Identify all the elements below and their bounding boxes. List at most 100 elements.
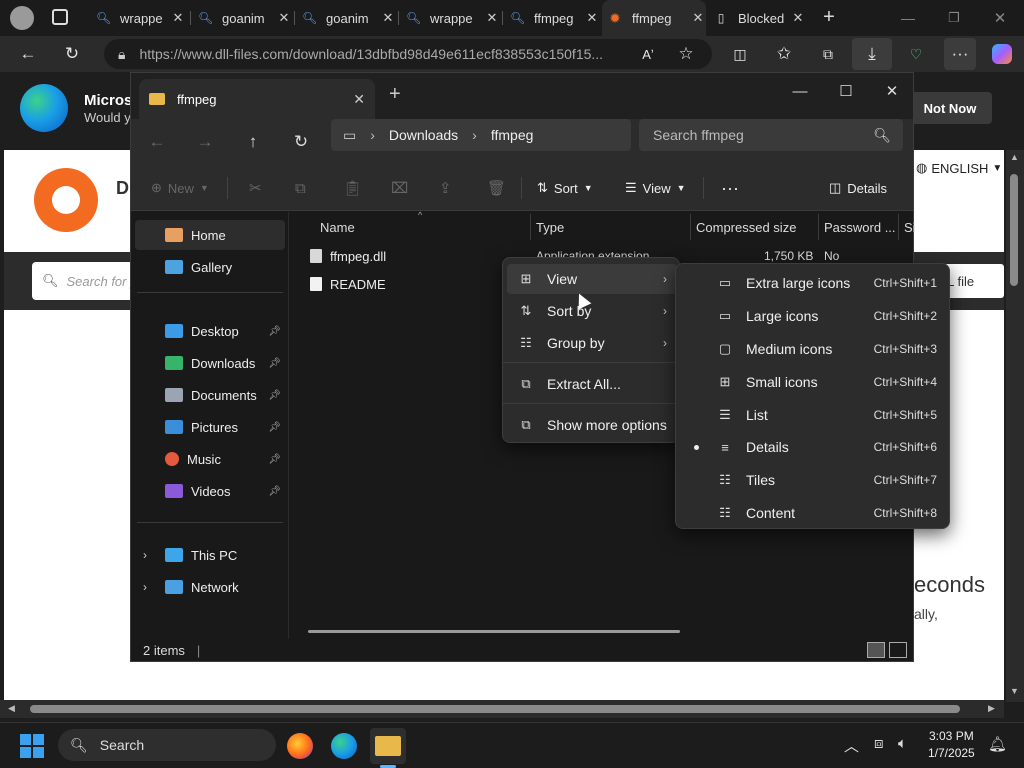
close-tab-icon[interactable]: ✕: [690, 10, 706, 26]
rename-icon[interactable]: ⌧: [391, 165, 408, 211]
more-menu-icon[interactable]: ···: [944, 38, 976, 70]
column-header-compressed-size[interactable]: Compressed size: [696, 220, 796, 235]
close-tab-icon[interactable]: ✕: [790, 10, 806, 26]
favorite-star-icon[interactable]: ☆: [670, 36, 702, 72]
sidebar-item-home[interactable]: Home: [135, 220, 285, 250]
sidebar-item-gallery[interactable]: Gallery: [135, 252, 285, 282]
close-window-icon[interactable]: ✕: [869, 77, 915, 105]
view-option-content[interactable]: ☷ Content Ctrl+Shift+8: [680, 498, 947, 528]
browser-tab-active[interactable]: ✹ ffmpeg ✕: [602, 0, 706, 36]
network-tray-icon[interactable]: ⧈: [874, 735, 884, 752]
explorer-search-input[interactable]: Search ffmpeg 🔍︎: [639, 119, 903, 151]
taskbar-search[interactable]: 🔍︎ Search: [58, 729, 276, 761]
forward-icon[interactable]: →: [189, 127, 221, 157]
split-screen-icon[interactable]: ◫: [724, 36, 756, 72]
clock[interactable]: 3:03 PM 1/7/2025: [928, 729, 975, 760]
view-button[interactable]: ☰ View ▼: [625, 165, 686, 211]
breadcrumb-item[interactable]: ffmpeg: [491, 127, 534, 143]
browser-tab[interactable]: 🔍︎ wrappe ✕: [400, 0, 500, 36]
restore-icon[interactable]: ❐: [944, 8, 964, 28]
site-search-input[interactable]: 🔍︎ Search for y: [32, 262, 142, 300]
browser-tab[interactable]: 🔍︎ goanim ✕: [296, 0, 396, 36]
close-tab-icon[interactable]: ✕: [276, 10, 292, 26]
maximize-icon[interactable]: ☐: [823, 77, 869, 105]
close-tab-icon[interactable]: ✕: [484, 10, 500, 26]
see-more-icon[interactable]: ···: [721, 165, 739, 211]
chevron-right-icon[interactable]: ›: [143, 548, 147, 562]
view-option-tiles[interactable]: ☷ Tiles Ctrl+Shift+7: [680, 465, 947, 495]
view-option-large-icons[interactable]: ▭ Large icons Ctrl+Shift+2: [680, 301, 947, 331]
back-icon[interactable]: ←: [141, 127, 173, 157]
browser-tab[interactable]: ▯ Blocked ✕: [708, 0, 806, 36]
column-header-size[interactable]: Si: [904, 220, 916, 235]
file-explorer-taskbar-icon[interactable]: [370, 728, 406, 764]
chevron-right-icon[interactable]: ›: [143, 580, 147, 594]
sidebar-item-videos[interactable]: Videos 📌︎: [135, 476, 285, 506]
scroll-up-icon[interactable]: ▲: [1010, 152, 1019, 162]
sidebar-item-this-pc[interactable]: › This PC: [135, 540, 285, 570]
scrollbar-thumb[interactable]: [30, 705, 960, 713]
sidebar-item-documents[interactable]: Documents 📌︎: [135, 380, 285, 410]
close-tab-icon[interactable]: ✕: [353, 91, 365, 108]
not-now-button[interactable]: Not Now: [908, 92, 992, 124]
volume-icon[interactable]: 🔈︎: [898, 735, 907, 752]
view-option-list[interactable]: ☰ List Ctrl+Shift+5: [680, 400, 947, 430]
browser-tab[interactable]: 🔍︎ wrappe ✕: [90, 0, 186, 36]
menu-item-show-more-options[interactable]: ⧉ Show more options: [507, 410, 677, 440]
view-option-details[interactable]: ≡ Details Ctrl+Shift+6: [680, 432, 947, 462]
copy-icon[interactable]: ⧉: [295, 165, 306, 211]
close-tab-icon[interactable]: ✕: [584, 10, 600, 26]
scroll-down-icon[interactable]: ▼: [1010, 686, 1019, 696]
scrollbar-thumb[interactable]: [1010, 174, 1018, 286]
browser-tab[interactable]: 🔍︎ goanim ✕: [192, 0, 292, 36]
column-header-type[interactable]: Type: [536, 220, 564, 235]
minimize-icon[interactable]: —: [898, 8, 918, 28]
view-option-small-icons[interactable]: ⊞ Small icons Ctrl+Shift+4: [680, 367, 947, 397]
pin-icon[interactable]: 📌︎: [268, 390, 281, 401]
menu-item-view[interactable]: ⊞ View ›: [507, 264, 677, 294]
pin-icon[interactable]: 📌︎: [268, 486, 281, 497]
address-bar[interactable]: 🔒︎ https://www.dll-files.com/download/13…: [104, 39, 712, 69]
favorites-icon[interactable]: ✩: [768, 36, 800, 72]
back-icon[interactable]: ←: [12, 36, 44, 72]
sidebar-item-desktop[interactable]: Desktop 📌︎: [135, 316, 285, 346]
downloads-icon[interactable]: ⤓: [852, 38, 892, 70]
close-window-icon[interactable]: ✕: [990, 8, 1010, 28]
sidebar-item-pictures[interactable]: Pictures 📌︎: [135, 412, 285, 442]
details-view-toggle-icon[interactable]: [867, 642, 885, 658]
new-button[interactable]: ⊕ New ▼: [151, 165, 209, 211]
explorer-tab[interactable]: ffmpeg ✕: [139, 79, 375, 119]
pin-icon[interactable]: 📌︎: [268, 326, 281, 337]
read-aloud-icon[interactable]: Aʼ: [632, 36, 664, 72]
pin-icon[interactable]: 📌︎: [268, 422, 281, 433]
paste-icon[interactable]: 📋︎: [343, 165, 362, 211]
menu-item-group-by[interactable]: ☷ Group by ›: [507, 328, 677, 358]
thumbnail-view-toggle-icon[interactable]: [889, 642, 907, 658]
cut-icon[interactable]: ✂: [249, 165, 262, 211]
scroll-right-icon[interactable]: ▶: [988, 703, 995, 714]
sidebar-item-downloads[interactable]: Downloads 📌︎: [135, 348, 285, 378]
pin-icon[interactable]: 📌︎: [268, 358, 281, 369]
up-icon[interactable]: ↑: [237, 127, 269, 157]
column-header-name[interactable]: Name: [320, 220, 355, 235]
edge-taskbar-icon[interactable]: [326, 728, 362, 764]
close-tab-icon[interactable]: ✕: [170, 10, 186, 26]
browser-tab[interactable]: 🔍︎ ffmpeg ✕: [504, 0, 600, 36]
browser-essentials-icon[interactable]: ♡: [900, 36, 932, 72]
page-vertical-scrollbar[interactable]: ▲ ▼: [1006, 150, 1024, 702]
refresh-icon[interactable]: ↻: [285, 127, 317, 157]
menu-item-sort-by[interactable]: ⇅ Sort by ›: [507, 296, 677, 326]
refresh-icon[interactable]: ↻: [56, 36, 88, 72]
language-selector[interactable]: ◍ ENGLISH ▼: [916, 160, 1002, 176]
delete-icon[interactable]: 🗑︎: [487, 165, 506, 211]
chevron-up-icon[interactable]: ︿: [844, 735, 859, 756]
site-gear-logo[interactable]: [34, 168, 98, 232]
notification-bell-icon[interactable]: 🔔︎: [988, 735, 1007, 753]
file-list-scrollbar[interactable]: [308, 630, 680, 633]
page-horizontal-scrollbar[interactable]: ◀ ▶: [0, 700, 1004, 718]
scroll-left-icon[interactable]: ◀: [8, 703, 15, 714]
share-icon[interactable]: ⇪: [439, 165, 452, 211]
windows-start-icon[interactable]: [20, 734, 44, 758]
new-tab-icon[interactable]: +: [818, 6, 840, 28]
details-button[interactable]: ◫ Details: [829, 165, 887, 211]
